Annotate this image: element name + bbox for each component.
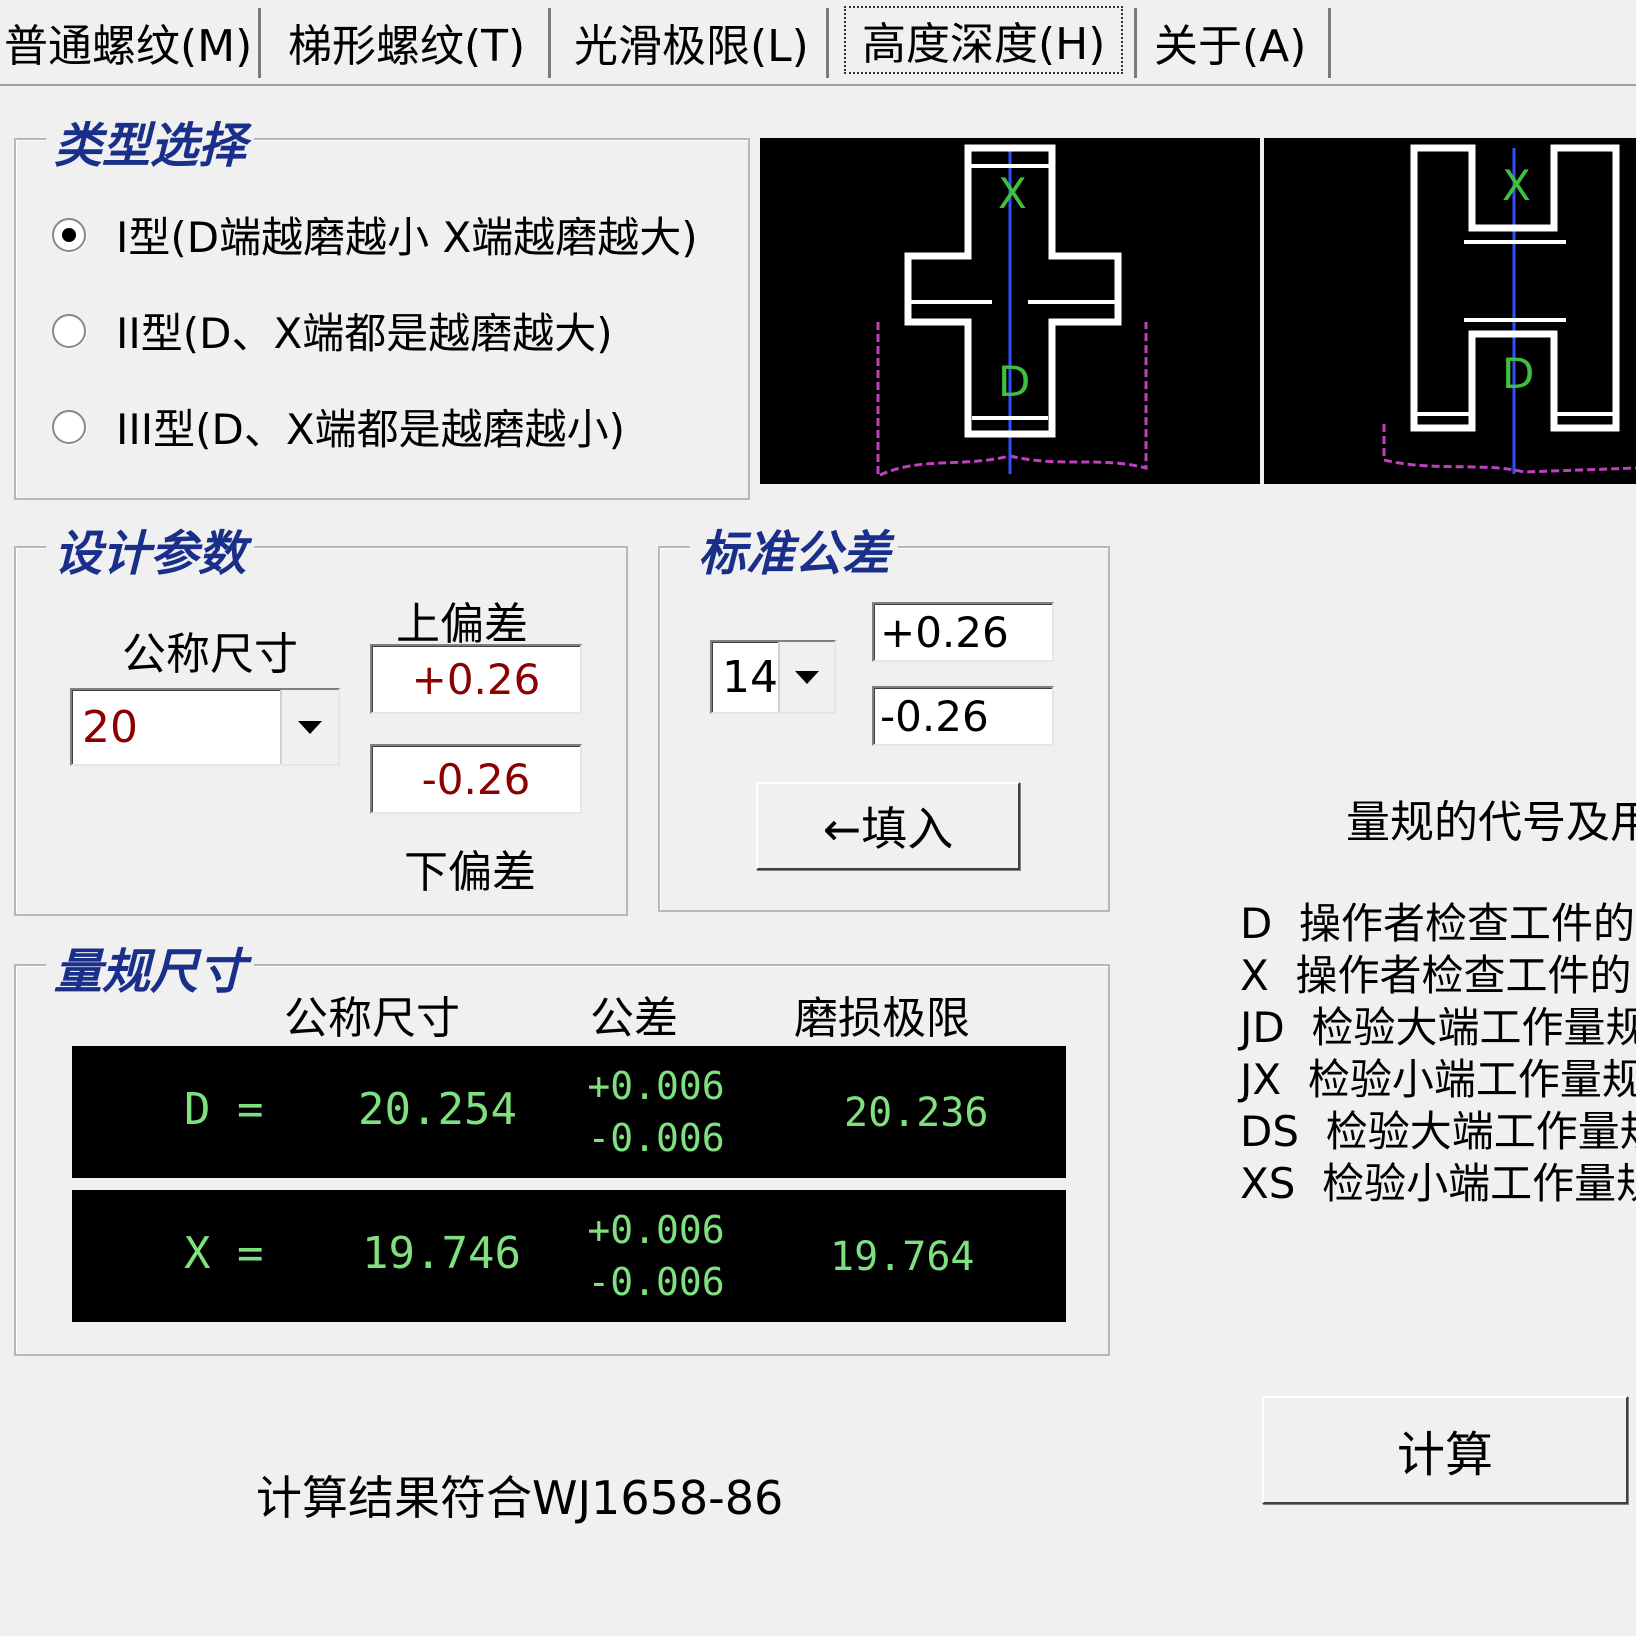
tolerance-grade-value[interactable]: 14 [712, 642, 778, 712]
calculate-button[interactable]: 计算 [1262, 1396, 1628, 1504]
gauge-size-title: 量规尺寸 [46, 932, 255, 1002]
dropdown-button[interactable] [280, 690, 338, 764]
design-params-title: 设计参数 [46, 514, 255, 584]
plug-gauge-drawing: X D [876, 144, 1148, 479]
tol-lower: -0.006 [587, 1260, 725, 1304]
tab-about[interactable]: 关于(A) [1150, 8, 1306, 76]
type-select-group: 类型选择 I型(D端越磨越小 X端越磨越大) II型(D、X端都是越磨越大) I… [14, 106, 750, 500]
tab-height-depth[interactable]: 高度深度(H) [844, 6, 1124, 74]
code: JD [1240, 1003, 1285, 1052]
code-desc: 检验大端工作量规 [1325, 1107, 1636, 1156]
gauge-codes-panel: 量规的代号及用 D 操作者检查工件的 X 操作者检查工件的 JD 检验大端工作量… [1150, 780, 1636, 1220]
tab-separator [258, 8, 261, 78]
code-desc: 操作者检查工件的 [1295, 951, 1632, 1000]
tab-trapezoid-thread[interactable]: 梯形螺纹(T) [284, 8, 525, 76]
header-nominal: 公称尺寸 [284, 993, 460, 1044]
codes-title: 量规的代号及用 [1346, 797, 1636, 848]
row-label: X = [184, 1228, 264, 1279]
code-desc: 检验小端工作量规 [1322, 1159, 1636, 1208]
chevron-down-icon [795, 670, 819, 684]
ring-gauge-drawing: X D [1382, 144, 1636, 474]
gauge-diagram-plug: X D [760, 138, 1260, 484]
lower-deviation-label: 下偏差 [404, 847, 536, 898]
code-desc: 检验小端工作量规 [1307, 1055, 1636, 1104]
tol-lower: -0.006 [587, 1116, 725, 1160]
code: D [1240, 899, 1273, 948]
row-nominal: 20.254 [358, 1084, 517, 1135]
radio-label: I型(D端越磨越小 X端越磨越大) [116, 213, 698, 262]
tol-upper: +0.006 [587, 1064, 725, 1108]
tab-separator [548, 8, 551, 78]
header-tolerance: 公差 [590, 993, 678, 1044]
code-desc: 检验大端工作量规 [1311, 1003, 1636, 1052]
tab-separator [826, 8, 829, 78]
row-nominal: 19.746 [362, 1228, 521, 1279]
std-upper-field[interactable]: +0.26 [872, 602, 1054, 662]
nominal-size-label: 公称尺寸 [122, 629, 298, 680]
result-row-d: D = 20.254 +0.006 -0.006 20.236 [72, 1046, 1066, 1178]
radio-indicator[interactable] [52, 313, 86, 348]
label-x: X [998, 169, 1027, 218]
code-desc: 操作者检查工件的 [1299, 899, 1636, 948]
code: XS [1240, 1159, 1296, 1208]
label-d: D [998, 357, 1030, 406]
row-label: D = [184, 1084, 264, 1135]
tol-upper: +0.006 [587, 1208, 725, 1252]
row-tolerance: +0.006 -0.006 [576, 1060, 736, 1164]
std-lower-field[interactable]: -0.26 [872, 686, 1054, 746]
tab-separator [1328, 8, 1331, 78]
radio-type-1[interactable]: I型(D端越磨越小 X端越磨越大) [52, 204, 698, 265]
std-tolerance-group: 标准公差 14 +0.26 -0.26 ←填入 [658, 514, 1110, 912]
design-params-group: 设计参数 公称尺寸 20 上偏差 +0.26 -0.26 下偏差 [14, 514, 628, 916]
nominal-size-value[interactable]: 20 [72, 690, 280, 764]
dropdown-button[interactable] [778, 642, 834, 712]
lower-deviation-input[interactable]: -0.26 [370, 744, 582, 814]
row-tolerance: +0.006 -0.006 [576, 1204, 736, 1308]
radio-indicator[interactable] [52, 217, 86, 252]
code-item-xs: XS 检验小端工作量规 [1240, 1150, 1636, 1211]
code: JX [1240, 1055, 1282, 1104]
row-wear-limit: 20.236 [844, 1090, 989, 1136]
radio-indicator[interactable] [52, 409, 86, 444]
tab-smooth-limit[interactable]: 光滑极限(L) [570, 8, 809, 76]
status-text: 计算结果符合WJ1658-86 [256, 1471, 784, 1525]
std-tolerance-title: 标准公差 [690, 514, 899, 584]
gauge-size-group: 量规尺寸 公称尺寸 公差 磨损极限 D = 20.254 +0.006 -0.0… [14, 932, 1110, 1356]
label-x: X [1502, 161, 1531, 210]
tab-normal-thread[interactable]: 普通螺纹(M) [0, 8, 252, 76]
nominal-size-combo[interactable]: 20 [70, 688, 340, 766]
upper-deviation-input[interactable]: +0.26 [370, 644, 582, 714]
code: X [1240, 951, 1269, 1000]
tolerance-grade-combo[interactable]: 14 [710, 640, 836, 714]
radio-label: II型(D、X端都是越磨越大) [116, 309, 613, 358]
radio-label: III型(D、X端都是越磨越小) [116, 405, 626, 454]
row-wear-limit: 19.764 [830, 1234, 975, 1280]
type-select-title: 类型选择 [46, 106, 255, 176]
tab-bar: 普通螺纹(M) 梯形螺纹(T) 光滑极限(L) 高度深度(H) 关于(A) [0, 0, 1636, 86]
result-row-x: X = 19.746 +0.006 -0.006 19.764 [72, 1190, 1066, 1322]
code: DS [1240, 1107, 1300, 1156]
tab-separator [1134, 8, 1137, 78]
label-d: D [1502, 349, 1534, 398]
chevron-down-icon [298, 720, 322, 734]
header-wear-limit: 磨损极限 [794, 993, 970, 1044]
radio-type-3[interactable]: III型(D、X端都是越磨越小) [52, 396, 625, 457]
radio-type-2[interactable]: II型(D、X端都是越磨越大) [52, 300, 613, 361]
upper-deviation-label: 上偏差 [396, 599, 528, 650]
fill-in-button[interactable]: ←填入 [756, 782, 1020, 870]
gauge-diagram-ring: X D [1264, 138, 1636, 484]
